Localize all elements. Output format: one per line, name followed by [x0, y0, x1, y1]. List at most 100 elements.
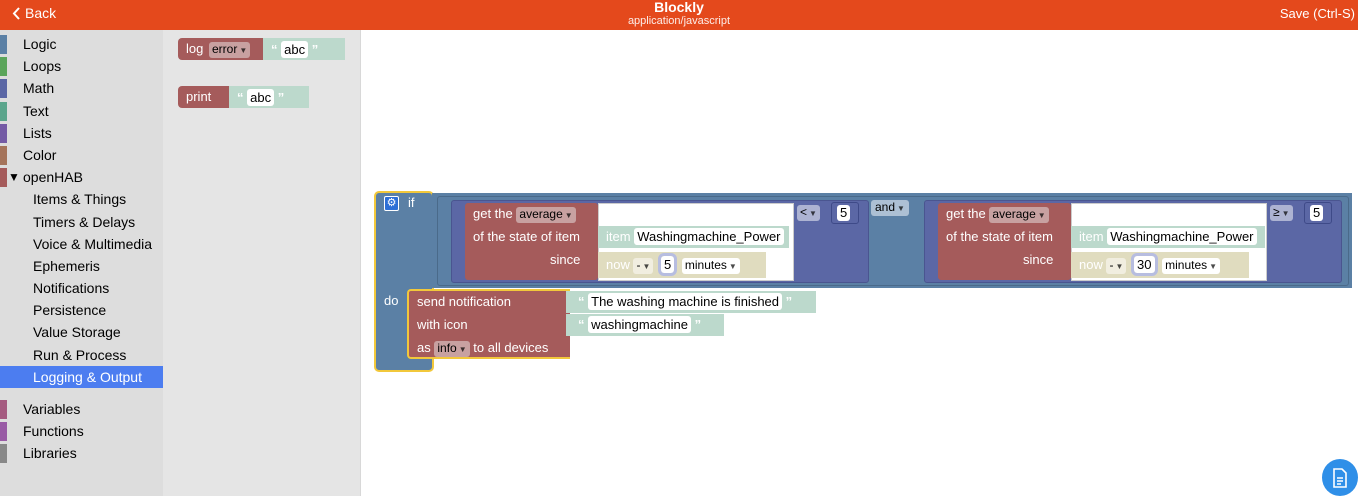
- category-label: Text: [23, 102, 49, 119]
- category-lists[interactable]: Lists: [0, 122, 163, 144]
- number-field[interactable]: 5: [837, 205, 851, 221]
- since-label: since: [1023, 252, 1054, 267]
- category-label: Color: [23, 146, 57, 163]
- if-label: if: [408, 195, 415, 210]
- dropdown-arrow-icon: ▼: [1037, 211, 1046, 220]
- icon-text-block[interactable]: “ washingmachine ”: [566, 314, 724, 336]
- close-quote-icon: ”: [694, 317, 702, 332]
- dropdown-arrow-icon: ▼: [897, 204, 905, 213]
- item-name-field[interactable]: Washingmachine_Power: [634, 228, 784, 245]
- to-all-label: to all devices: [473, 340, 549, 355]
- save-button[interactable]: Save (Ctrl-S): [1280, 6, 1355, 21]
- category-math[interactable]: Math: [0, 77, 163, 99]
- of-state-label: of the state of item: [946, 229, 1053, 244]
- log-text-block[interactable]: “ abc ”: [263, 38, 345, 60]
- category-label: Functions: [23, 423, 84, 440]
- category-label: Lists: [23, 124, 52, 141]
- item-keyword: item: [606, 229, 631, 244]
- get-the-label: get the average ▼: [473, 206, 576, 223]
- dropdown-arrow-icon: ▼: [239, 46, 248, 55]
- message-field[interactable]: The washing machine is finished: [588, 293, 783, 310]
- as-level-row: as info ▼ to all devices: [417, 340, 548, 357]
- subcategory-value-storage[interactable]: Value Storage: [0, 321, 163, 343]
- subcategory-items-things[interactable]: Items & Things: [0, 188, 163, 210]
- log-text-field[interactable]: abc: [281, 41, 309, 58]
- workspace[interactable]: ⚙ if do and ▼ < ▼ 5 get the average ▼ of th…: [362, 30, 1358, 496]
- log-block[interactable]: log error ▼: [178, 38, 268, 60]
- offset-amount-field[interactable]: 30: [1130, 253, 1158, 276]
- category-swatch: [0, 444, 7, 464]
- of-state-label: of the state of item: [473, 229, 580, 244]
- date-offset-block-right[interactable]: now - ▼ 30 minutes ▼: [1071, 252, 1249, 278]
- offset-op-dropdown[interactable]: - ▼: [633, 258, 654, 274]
- dropdown-arrow-icon: ▼: [728, 262, 737, 271]
- print-text-field[interactable]: abc: [247, 89, 275, 106]
- subcategory-persistence[interactable]: Persistence: [0, 299, 163, 321]
- item-name-field[interactable]: Washingmachine_Power: [1107, 228, 1257, 245]
- category-swatch: [0, 400, 7, 419]
- subcategory-label: Value Storage: [33, 324, 121, 341]
- gear-icon[interactable]: ⚙: [384, 196, 399, 211]
- category-color[interactable]: Color: [0, 144, 163, 166]
- category-logic[interactable]: Logic: [0, 33, 163, 55]
- print-block[interactable]: print: [178, 86, 234, 108]
- subcategory-label: Timers & Delays: [33, 213, 136, 230]
- category-functions[interactable]: Functions: [0, 420, 163, 442]
- category-variables[interactable]: Variables: [0, 398, 163, 420]
- open-quote-icon: “: [271, 42, 278, 57]
- print-text-block[interactable]: “ abc ”: [229, 86, 309, 108]
- compare-symbol: ≥: [1273, 205, 1280, 219]
- toolbox: Logic Loops Math Text Lists Color ▼ openH…: [0, 30, 163, 496]
- close-quote-icon: ”: [785, 294, 793, 309]
- item-keyword: item: [1079, 229, 1104, 244]
- close-quote-icon: ”: [311, 42, 319, 57]
- open-quote-icon: “: [237, 90, 244, 105]
- subcategory-timers-delays[interactable]: Timers & Delays: [0, 211, 163, 233]
- number-field[interactable]: 5: [1310, 205, 1324, 221]
- open-quote-icon: “: [578, 294, 585, 309]
- offset-unit-dropdown[interactable]: minutes ▼: [681, 258, 740, 274]
- category-label: Loops: [23, 58, 62, 75]
- number-block-right[interactable]: 5: [1304, 202, 1332, 224]
- and-label: and: [875, 200, 896, 214]
- since-label: since: [550, 252, 581, 267]
- item-block-left[interactable]: item Washingmachine_Power: [598, 226, 789, 248]
- page-subtitle: application/javascript: [627, 15, 731, 27]
- function-dropdown[interactable]: average ▼: [516, 207, 576, 223]
- subcategory-ephemeris[interactable]: Ephemeris: [0, 255, 163, 277]
- number-block-left[interactable]: 5: [831, 202, 859, 224]
- and-operator-dropdown[interactable]: and ▼: [871, 200, 909, 216]
- date-offset-block-left[interactable]: now - ▼ 5 minutes ▼: [598, 252, 766, 278]
- offset-amount-field[interactable]: 5: [657, 253, 678, 276]
- subcategory-label: Items & Things: [33, 191, 127, 208]
- now-label: now: [606, 257, 630, 272]
- subcategory-voice-multimedia[interactable]: Voice & Multimedia: [0, 233, 163, 255]
- subcategory-run-process[interactable]: Run & Process: [0, 344, 163, 366]
- category-loops[interactable]: Loops: [0, 55, 163, 77]
- category-swatch: [0, 79, 7, 99]
- compare-operator-right[interactable]: ≥ ▼: [1270, 205, 1293, 221]
- with-icon-label: with icon: [417, 317, 468, 332]
- offset-op-dropdown[interactable]: - ▼: [1106, 258, 1127, 274]
- subcategory-label: Logging & Output: [33, 368, 142, 385]
- now-label: now: [1079, 257, 1103, 272]
- document-fab-button[interactable]: [1322, 459, 1358, 496]
- category-text[interactable]: Text: [0, 100, 163, 122]
- subcategory-logging-output[interactable]: Logging & Output: [0, 365, 163, 388]
- function-dropdown[interactable]: average ▼: [989, 207, 1049, 223]
- category-swatch: [0, 123, 7, 143]
- category-label: Variables: [23, 401, 81, 417]
- category-openhab[interactable]: ▼ openHAB: [0, 166, 163, 188]
- level-dropdown[interactable]: info ▼: [434, 341, 470, 357]
- compare-operator-left[interactable]: < ▼: [797, 205, 820, 221]
- category-swatch: [0, 168, 7, 188]
- icon-field[interactable]: washingmachine: [588, 316, 691, 333]
- category-libraries[interactable]: Libraries: [0, 442, 163, 464]
- subcategory-label: Voice & Multimedia: [33, 235, 153, 252]
- log-level-dropdown[interactable]: error ▼: [208, 42, 251, 58]
- message-text-block[interactable]: “ The washing machine is finished ”: [566, 291, 816, 313]
- item-block-right[interactable]: item Washingmachine_Power: [1071, 226, 1265, 248]
- dropdown-arrow-icon: ▼: [1115, 262, 1124, 271]
- subcategory-notifications[interactable]: Notifications: [0, 277, 163, 299]
- offset-unit-dropdown[interactable]: minutes ▼: [1162, 258, 1221, 274]
